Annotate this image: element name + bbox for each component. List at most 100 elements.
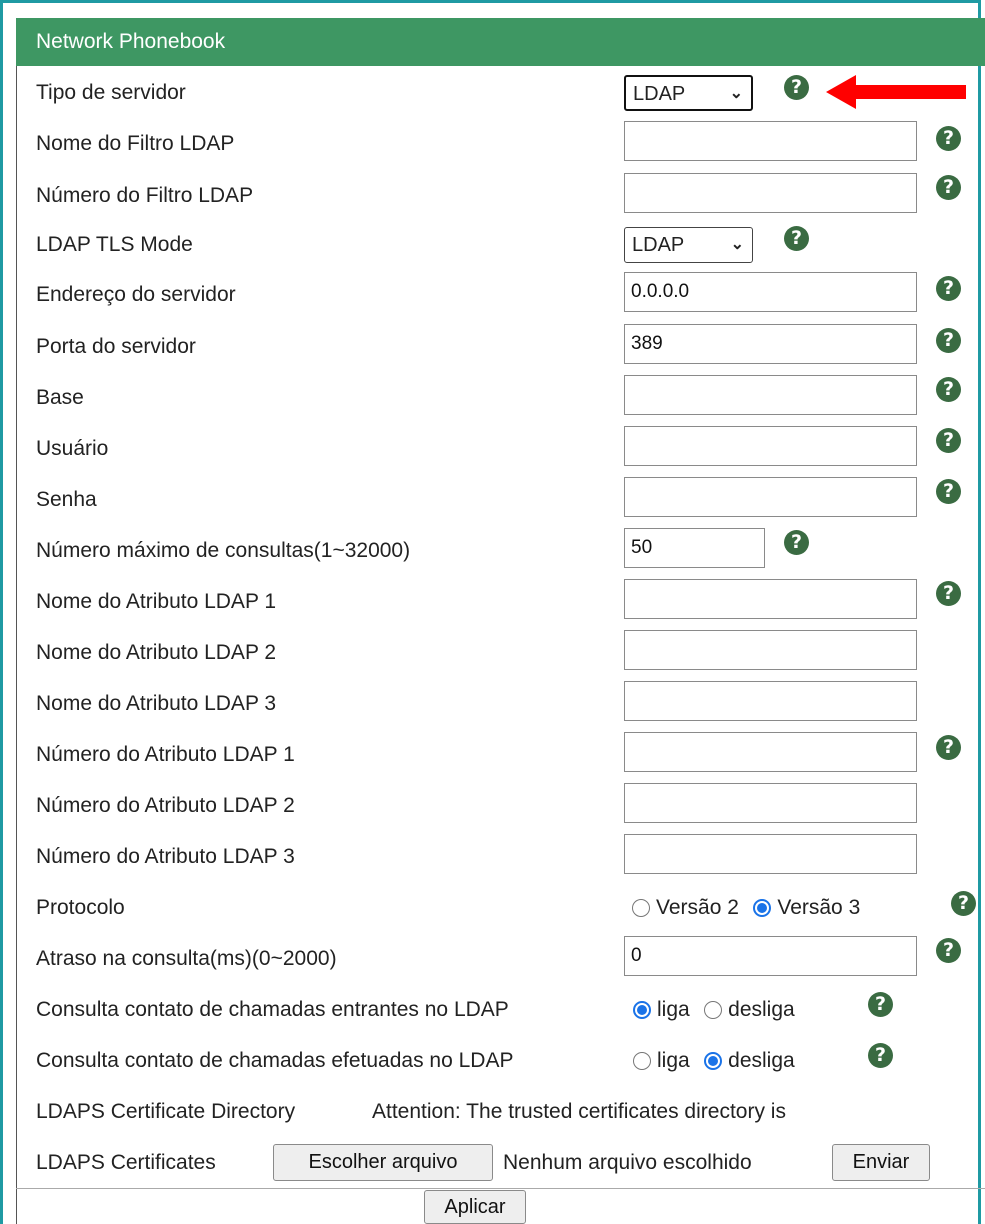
protocol-radio-group: Versão 2 Versão 3 — [632, 882, 864, 933]
help-icon[interactable]: ? — [936, 377, 961, 402]
row-nome-do-atributo-3: Nome do Atributo LDAP 3 — [36, 678, 976, 729]
help-icon[interactable]: ? — [936, 428, 961, 453]
field-label: Nome do Atributo LDAP 2 — [36, 641, 277, 664]
row-ldap-tls-mode: LDAP TLS Mode LDAP ⌄ ? — [36, 219, 976, 270]
radio-label: Versão 3 — [777, 896, 861, 920]
row-numero-do-filtro-ldap: Número do Filtro LDAP ? — [36, 170, 976, 221]
field-label: LDAPS Certificates — [36, 1151, 216, 1174]
outgoing-lookup-radio-group: liga desliga — [633, 1035, 805, 1086]
radio-outgoing-desliga[interactable] — [704, 1051, 723, 1070]
help-icon[interactable]: ? — [951, 891, 976, 916]
row-certificates: LDAPS Certificates Escolher arquivo Nenh… — [36, 1137, 976, 1188]
help-icon[interactable]: ? — [784, 530, 809, 555]
field-label: Nome do Atributo LDAP 1 — [36, 590, 277, 613]
field-label: Consulta contato de chamadas efetuadas n… — [36, 1049, 514, 1072]
red-arrow-icon — [826, 75, 966, 109]
attribute-name-3-input[interactable] — [624, 681, 917, 721]
field-label: Senha — [36, 488, 97, 511]
radio-label: desliga — [728, 998, 795, 1022]
help-icon[interactable]: ? — [936, 581, 961, 606]
help-icon[interactable]: ? — [936, 938, 961, 963]
radio-version-3[interactable] — [753, 898, 772, 917]
radio-version-2[interactable] — [632, 898, 650, 917]
radio-label: desliga — [728, 1049, 795, 1073]
field-label: LDAPS Certificate Directory — [36, 1100, 296, 1123]
radio-incoming-desliga[interactable] — [704, 1000, 723, 1019]
field-label: Atraso na consulta(ms)(0~2000) — [36, 947, 337, 970]
row-numero-do-atributo-2: Número do Atributo LDAP 2 — [36, 780, 976, 831]
help-icon[interactable]: ? — [868, 1043, 893, 1068]
help-icon[interactable]: ? — [936, 175, 961, 200]
help-icon[interactable]: ? — [936, 735, 961, 760]
apply-button[interactable]: Aplicar — [424, 1190, 526, 1224]
server-address-input[interactable]: 0.0.0.0 — [624, 272, 917, 312]
row-usuario: Usuário ? — [36, 423, 976, 474]
radio-label: liga — [657, 1049, 690, 1073]
attribute-name-1-input[interactable] — [624, 579, 917, 619]
chevron-down-icon: ⌄ — [729, 85, 743, 102]
tls-mode-select[interactable]: LDAP ⌄ — [624, 227, 753, 263]
user-input[interactable] — [624, 426, 917, 466]
field-label: Número do Filtro LDAP — [36, 184, 254, 207]
row-protocolo: Protocolo Versão 2 Versão 3 ? — [36, 882, 976, 933]
row-senha: Senha ? — [36, 474, 976, 525]
help-icon[interactable]: ? — [936, 276, 961, 301]
server-type-select[interactable]: LDAP ⌄ — [624, 75, 753, 111]
certificate-directory-note: Attention: The trusted certificates dire… — [372, 1100, 786, 1123]
field-label: Protocolo — [36, 896, 125, 919]
attribute-name-2-input[interactable] — [624, 630, 917, 670]
incoming-lookup-radio-group: liga desliga — [633, 984, 805, 1035]
field-label: LDAP TLS Mode — [36, 233, 193, 256]
field-label: Porta do servidor — [36, 335, 196, 358]
help-icon[interactable]: ? — [784, 226, 809, 251]
panel-title: Network Phonebook — [36, 30, 226, 53]
field-label: Usuário — [36, 437, 109, 460]
select-value: LDAP — [633, 83, 686, 105]
divider — [16, 1188, 985, 1189]
choose-file-button[interactable]: Escolher arquivo — [273, 1144, 493, 1181]
row-porta-do-servidor: Porta do servidor 389 ? — [36, 321, 976, 372]
row-base: Base ? — [36, 372, 976, 423]
radio-label: Versão 2 — [656, 896, 739, 920]
field-label: Nome do Atributo LDAP 3 — [36, 692, 277, 715]
field-label: Base — [36, 386, 84, 409]
ldap-filter-name-input[interactable] — [624, 121, 917, 161]
attribute-number-3-input[interactable] — [624, 834, 917, 874]
field-label: Tipo de servidor — [36, 81, 186, 104]
field-label: Número do Atributo LDAP 1 — [36, 743, 295, 766]
row-endereco-do-servidor: Endereço do servidor 0.0.0.0 ? — [36, 269, 976, 320]
field-label: Endereço do servidor — [36, 283, 236, 306]
help-icon[interactable]: ? — [936, 328, 961, 353]
help-icon[interactable]: ? — [936, 126, 961, 151]
row-nome-do-atributo-1: Nome do Atributo LDAP 1 ? — [36, 576, 976, 627]
row-numero-maximo-de-consultas: Número máximo de consultas(1~32000) 50 ? — [36, 525, 976, 576]
field-label: Número máximo de consultas(1~32000) — [36, 539, 411, 562]
password-input[interactable] — [624, 477, 917, 517]
server-port-input[interactable]: 389 — [624, 324, 917, 364]
radio-label: liga — [657, 998, 690, 1022]
base-input[interactable] — [624, 375, 917, 415]
field-label: Consulta contato de chamadas entrantes n… — [36, 998, 509, 1021]
help-icon[interactable]: ? — [936, 479, 961, 504]
row-numero-do-atributo-3: Número do Atributo LDAP 3 — [36, 831, 976, 882]
ldap-filter-number-input[interactable] — [624, 173, 917, 213]
no-file-chosen-text: Nenhum arquivo escolhido — [503, 1151, 752, 1174]
attribute-number-1-input[interactable] — [624, 732, 917, 772]
query-delay-input[interactable]: 0 — [624, 936, 917, 976]
radio-outgoing-liga[interactable] — [633, 1051, 651, 1070]
row-certificate-directory: LDAPS Certificate Directory Attention: T… — [36, 1086, 976, 1137]
help-icon[interactable]: ? — [868, 992, 893, 1017]
field-label: Número do Atributo LDAP 2 — [36, 794, 295, 817]
send-button[interactable]: Enviar — [832, 1144, 930, 1181]
field-label: Nome do Filtro LDAP — [36, 132, 235, 155]
row-consulta-efetuadas: Consulta contato de chamadas efetuadas n… — [36, 1035, 976, 1086]
attribute-number-2-input[interactable] — [624, 783, 917, 823]
select-value: LDAP — [632, 234, 685, 256]
row-nome-do-atributo-2: Nome do Atributo LDAP 2 — [36, 627, 976, 678]
help-icon[interactable]: ? — [784, 75, 809, 100]
row-atraso-na-consulta: Atraso na consulta(ms)(0~2000) 0 ? — [36, 933, 976, 984]
max-queries-input[interactable]: 50 — [624, 528, 765, 568]
panel-header: Network Phonebook — [16, 18, 985, 66]
radio-incoming-liga[interactable] — [633, 1000, 651, 1019]
row-consulta-entrantes: Consulta contato de chamadas entrantes n… — [36, 984, 976, 1035]
